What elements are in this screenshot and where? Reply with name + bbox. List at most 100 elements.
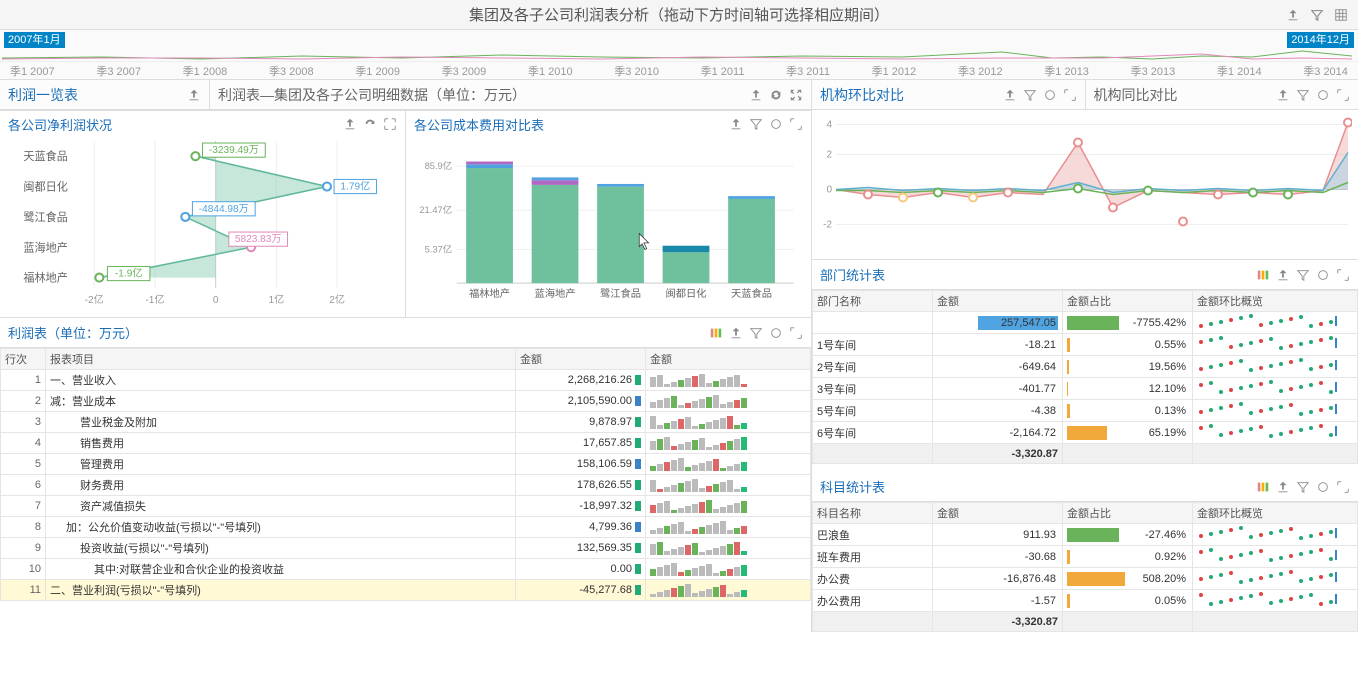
refresh-icon[interactable]: [769, 117, 783, 131]
table-row[interactable]: 10其中:对联营企业和合伙企业的投资收益0.00: [1, 559, 811, 580]
table-row[interactable]: 3营业税金及附加9,878.97: [1, 412, 811, 433]
timeline-end-handle[interactable]: 2014年12月: [1287, 32, 1354, 48]
table-row[interactable]: 8加：公允价值变动收益(亏损以"-"号填列)4,799.36: [1, 517, 811, 538]
export-icon[interactable]: [1276, 268, 1290, 282]
table-row[interactable]: 7资产减值损失-18,997.32: [1, 496, 811, 517]
page-header: 集团及各子公司利润表分析（拖动下方时间轴可选择相应期间）: [0, 0, 1358, 30]
table-row[interactable]: 班车费用-30.680.92%: [813, 546, 1358, 568]
svg-text:0: 0: [213, 295, 219, 306]
table-row[interactable]: 3号车间-401.7712.10%: [813, 378, 1358, 400]
profit-overview-title: 利润一览表: [8, 85, 78, 105]
filter-icon[interactable]: [1310, 8, 1324, 22]
export-icon[interactable]: [1276, 480, 1290, 494]
expand-icon[interactable]: [383, 117, 397, 131]
svg-text:-1.9亿: -1.9亿: [115, 267, 143, 280]
subj-stat-title: 科目统计表: [820, 477, 885, 496]
profit-table[interactable]: 行次 报表项目 金额 金额 1一、营业收入2,268,216.26 2减：营业成…: [0, 348, 811, 601]
filter-icon[interactable]: [1296, 88, 1310, 102]
filter-icon[interactable]: [1023, 88, 1037, 102]
net-profit-chart[interactable]: -3239.49万 1.79亿 -4844.98万 5823.83万 -1.9亿…: [0, 137, 405, 317]
filter-icon[interactable]: [749, 326, 763, 340]
refresh-icon[interactable]: [769, 88, 783, 102]
table-row[interactable]: 巴浪鱼911.93-27.46%: [813, 524, 1358, 546]
table-row[interactable]: 2号车间-649.6419.56%: [813, 356, 1358, 378]
timeline-slider[interactable]: 2007年1月 2014年12月 季1 2007季3 2007季1 2008季3…: [0, 30, 1358, 80]
export-icon[interactable]: [1003, 88, 1017, 102]
expand-icon[interactable]: [789, 88, 803, 102]
cost-chart[interactable]: 85.9亿 21.47亿 5.37亿 福林: [406, 137, 811, 317]
table-row[interactable]: 6号车间-2,164.7265.19%: [813, 422, 1358, 444]
dept-stat-title: 部门统计表: [820, 265, 885, 284]
export-icon[interactable]: [343, 117, 357, 131]
svg-text:-1亿: -1亿: [145, 293, 164, 306]
expand-icon[interactable]: [789, 117, 803, 131]
svg-text:-4844.98万: -4844.98万: [199, 204, 249, 215]
page-title: 集团及各子公司利润表分析（拖动下方时间轴可选择相应期间）: [469, 4, 889, 25]
filter-icon[interactable]: [1296, 268, 1310, 282]
profit-detail-title: 利润表—集团及各子公司明细数据（单位：万元）: [218, 85, 526, 105]
svg-text:-2: -2: [823, 220, 832, 231]
table-row[interactable]: 9投资收益(亏损以"-"号填列)132,569.35: [1, 538, 811, 559]
grid-icon[interactable]: [1334, 8, 1348, 22]
export-icon[interactable]: [1276, 88, 1290, 102]
table-row[interactable]: 1一、营业收入2,268,216.26: [1, 370, 811, 391]
svg-text:福林地产: 福林地产: [469, 287, 510, 300]
expand-icon[interactable]: [1336, 88, 1350, 102]
svg-text:5.37亿: 5.37亿: [425, 243, 453, 254]
table-row[interactable]: 4销售费用17,657.85: [1, 433, 811, 454]
columns-icon[interactable]: [1256, 268, 1270, 282]
expand-icon[interactable]: [789, 326, 803, 340]
subj-table[interactable]: 科目名称 金额 金额占比 金额环比概览 巴浪鱼911.93-27.46%班车费用…: [812, 502, 1358, 632]
refresh-icon[interactable]: [1316, 88, 1330, 102]
refresh-icon[interactable]: [363, 117, 377, 131]
svg-text:闽都日化: 闽都日化: [665, 287, 706, 300]
table-row[interactable]: 办公费-16,876.48508.20%: [813, 568, 1358, 590]
columns-icon[interactable]: [1256, 480, 1270, 494]
refresh-icon[interactable]: [1316, 480, 1330, 494]
svg-text:4: 4: [826, 120, 832, 131]
svg-text:福林地产: 福林地产: [23, 271, 67, 285]
ring-compare-title: 机构环比对比: [820, 85, 904, 105]
refresh-icon[interactable]: [1316, 268, 1330, 282]
svg-text:0: 0: [826, 185, 832, 196]
svg-text:-2亿: -2亿: [85, 293, 104, 306]
svg-text:5823.83万: 5823.83万: [235, 234, 282, 245]
svg-text:天蓝食品: 天蓝食品: [731, 287, 772, 300]
expand-icon[interactable]: [1063, 88, 1077, 102]
dept-table[interactable]: 部门名称 金额 金额占比 金额环比概览 257,547.05-7755.42%1…: [812, 290, 1358, 464]
table-row[interactable]: 5号车间-4.380.13%: [813, 400, 1358, 422]
svg-text:蓝海地产: 蓝海地产: [23, 240, 67, 254]
filter-icon[interactable]: [1296, 480, 1310, 494]
table-row[interactable]: 6财务费用178,626.55: [1, 475, 811, 496]
export-icon[interactable]: [187, 88, 201, 102]
table-row[interactable]: 办公费用-1.570.05%: [813, 590, 1358, 612]
cost-chart-title: 各公司成本费用对比表: [414, 115, 544, 134]
svg-text:-3239.49万: -3239.49万: [209, 145, 259, 156]
svg-text:鹭江食品: 鹭江食品: [23, 210, 67, 224]
columns-icon[interactable]: [709, 326, 723, 340]
table-row[interactable]: 257,547.05-7755.42%: [813, 312, 1358, 334]
export-icon[interactable]: [729, 117, 743, 131]
svg-text:85.9亿: 85.9亿: [425, 160, 453, 171]
table-row[interactable]: 11二、营业利润(亏损以"-"号填列)-45,277.68: [1, 580, 811, 601]
export-icon[interactable]: [1286, 8, 1300, 22]
refresh-icon[interactable]: [769, 326, 783, 340]
svg-text:2亿: 2亿: [329, 293, 345, 306]
export-icon[interactable]: [729, 326, 743, 340]
svg-text:21.47亿: 21.47亿: [419, 204, 452, 215]
expand-icon[interactable]: [1336, 268, 1350, 282]
timeline-sparkline: [2, 48, 1352, 62]
table-row[interactable]: 2减：营业成本2,105,590.00: [1, 391, 811, 412]
svg-text:闽都日化: 闽都日化: [23, 180, 67, 194]
refresh-icon[interactable]: [1043, 88, 1057, 102]
filter-icon[interactable]: [749, 117, 763, 131]
table-row[interactable]: 5管理费用158,106.59: [1, 454, 811, 475]
expand-icon[interactable]: [1336, 480, 1350, 494]
table-row[interactable]: 1号车间-18.210.55%: [813, 334, 1358, 356]
timeline-ticks: 季1 2007季3 2007季1 2008季3 2008 季1 2009季3 2…: [0, 61, 1358, 79]
timeline-start-handle[interactable]: 2007年1月: [4, 32, 65, 48]
yoy-compare-title: 机构同比对比: [1094, 85, 1178, 105]
ring-compare-chart[interactable]: 4 2 0 -2: [812, 110, 1358, 260]
export-icon[interactable]: [749, 88, 763, 102]
svg-text:1.79亿: 1.79亿: [340, 180, 370, 193]
